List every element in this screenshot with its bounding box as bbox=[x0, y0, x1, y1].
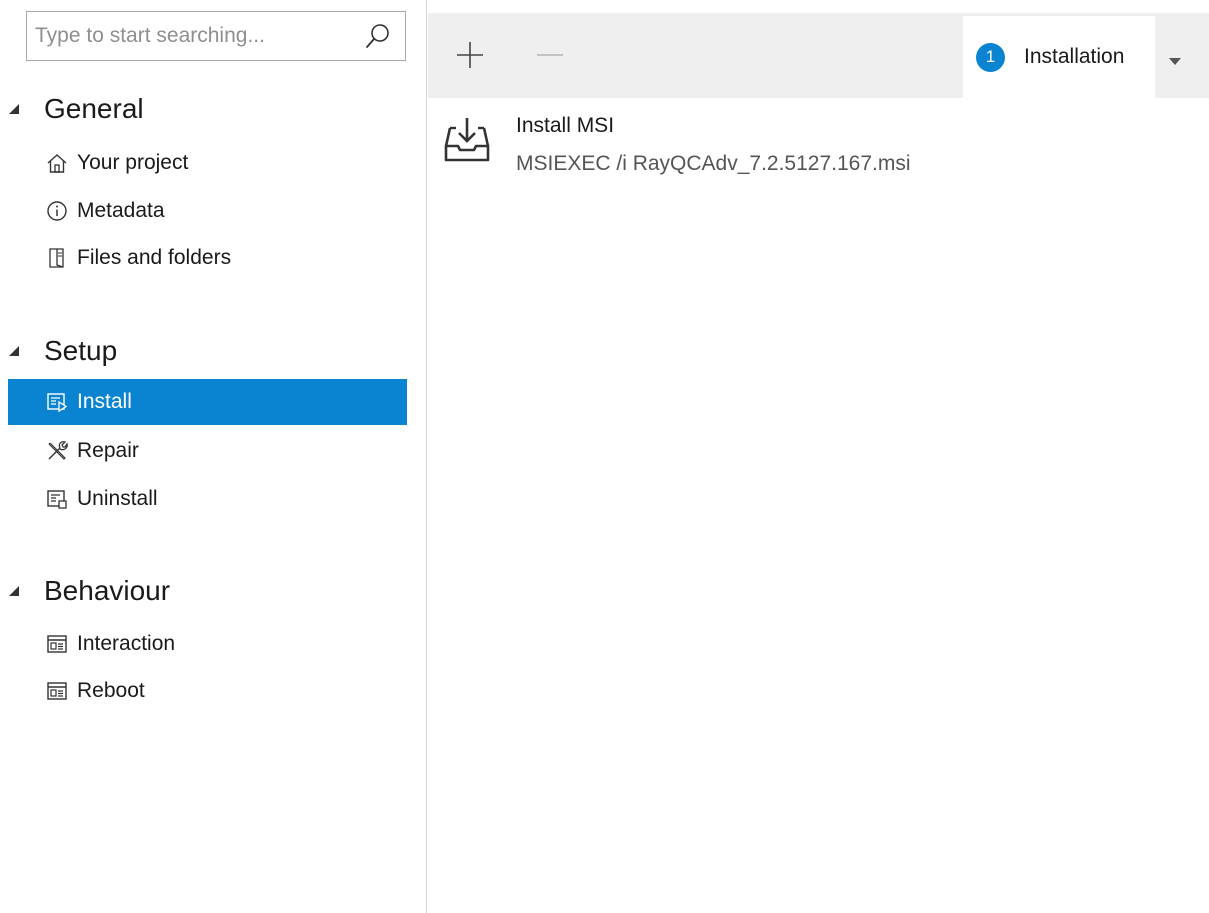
files-icon bbox=[45, 246, 69, 270]
sidebar-item-label: Your project bbox=[77, 151, 189, 174]
sidebar-item-install[interactable]: Install bbox=[8, 379, 407, 425]
install-icon bbox=[45, 390, 69, 414]
action-list-item[interactable]: Install MSI MSIEXEC /i RayQCAdv_7.2.5127… bbox=[442, 110, 1182, 180]
tab-dropdown-button[interactable] bbox=[1165, 51, 1185, 71]
repair-icon bbox=[45, 439, 69, 463]
section-title: Behaviour bbox=[44, 575, 171, 606]
section-setup[interactable]: Setup bbox=[0, 331, 117, 371]
collapse-arrow-icon[interactable] bbox=[8, 345, 22, 357]
main-panel: 1 Installation Install MSI MSIEXEC /i Ra… bbox=[428, 0, 1209, 913]
sidebar-item-uninstall[interactable]: Uninstall bbox=[8, 476, 407, 522]
sidebar-item-metadata[interactable]: Metadata bbox=[8, 188, 407, 234]
sidebar-item-label: Files and folders bbox=[77, 246, 232, 269]
app-window: General Your project Metadata bbox=[0, 0, 1209, 913]
sidebar-item-label: Reboot bbox=[77, 679, 145, 702]
tab-label: Installation bbox=[1024, 45, 1125, 68]
caret-down-icon bbox=[1168, 56, 1182, 66]
home-icon bbox=[45, 151, 69, 175]
toolbar: 1 Installation bbox=[428, 13, 1209, 98]
action-text: Install MSI MSIEXEC /i RayQCAdv_7.2.5127… bbox=[516, 110, 911, 178]
sidebar-item-your-project[interactable]: Your project bbox=[8, 140, 407, 186]
sidebar-item-files-and-folders[interactable]: Files and folders bbox=[8, 235, 407, 281]
minus-icon bbox=[535, 40, 565, 70]
add-button[interactable] bbox=[450, 35, 490, 75]
remove-button[interactable] bbox=[530, 35, 570, 75]
sidebar-item-repair[interactable]: Repair bbox=[8, 428, 407, 474]
sidebar-item-label: Metadata bbox=[77, 199, 165, 222]
search-input[interactable] bbox=[27, 12, 361, 60]
sidebar-item-label: Uninstall bbox=[77, 487, 158, 510]
collapse-arrow-icon[interactable] bbox=[8, 103, 22, 115]
section-title: Setup bbox=[44, 335, 118, 366]
sidebar: General Your project Metadata bbox=[0, 0, 427, 913]
search-box bbox=[26, 11, 406, 61]
sidebar-item-interaction[interactable]: Interaction bbox=[8, 621, 407, 667]
section-general[interactable]: General bbox=[0, 89, 144, 129]
uninstall-icon bbox=[45, 487, 69, 511]
action-command: MSIEXEC /i RayQCAdv_7.2.5127.167.msi bbox=[516, 152, 911, 175]
sidebar-item-label: Install bbox=[77, 390, 132, 413]
info-icon bbox=[45, 199, 69, 223]
section-behaviour[interactable]: Behaviour bbox=[0, 571, 170, 611]
install-msi-icon bbox=[442, 116, 492, 166]
action-title: Install MSI bbox=[516, 114, 615, 137]
sidebar-item-reboot[interactable]: Reboot bbox=[8, 668, 407, 714]
sidebar-item-label: Interaction bbox=[77, 632, 176, 655]
window-icon bbox=[45, 679, 69, 703]
collapse-arrow-icon[interactable] bbox=[8, 585, 22, 597]
tab-badge: 1 bbox=[976, 42, 1005, 72]
plus-icon bbox=[455, 40, 485, 70]
section-title: General bbox=[44, 93, 144, 124]
tab-installation[interactable]: 1 Installation bbox=[963, 16, 1155, 98]
search-icon[interactable] bbox=[361, 19, 395, 53]
window-icon bbox=[45, 632, 69, 656]
sidebar-item-label: Repair bbox=[77, 439, 139, 462]
